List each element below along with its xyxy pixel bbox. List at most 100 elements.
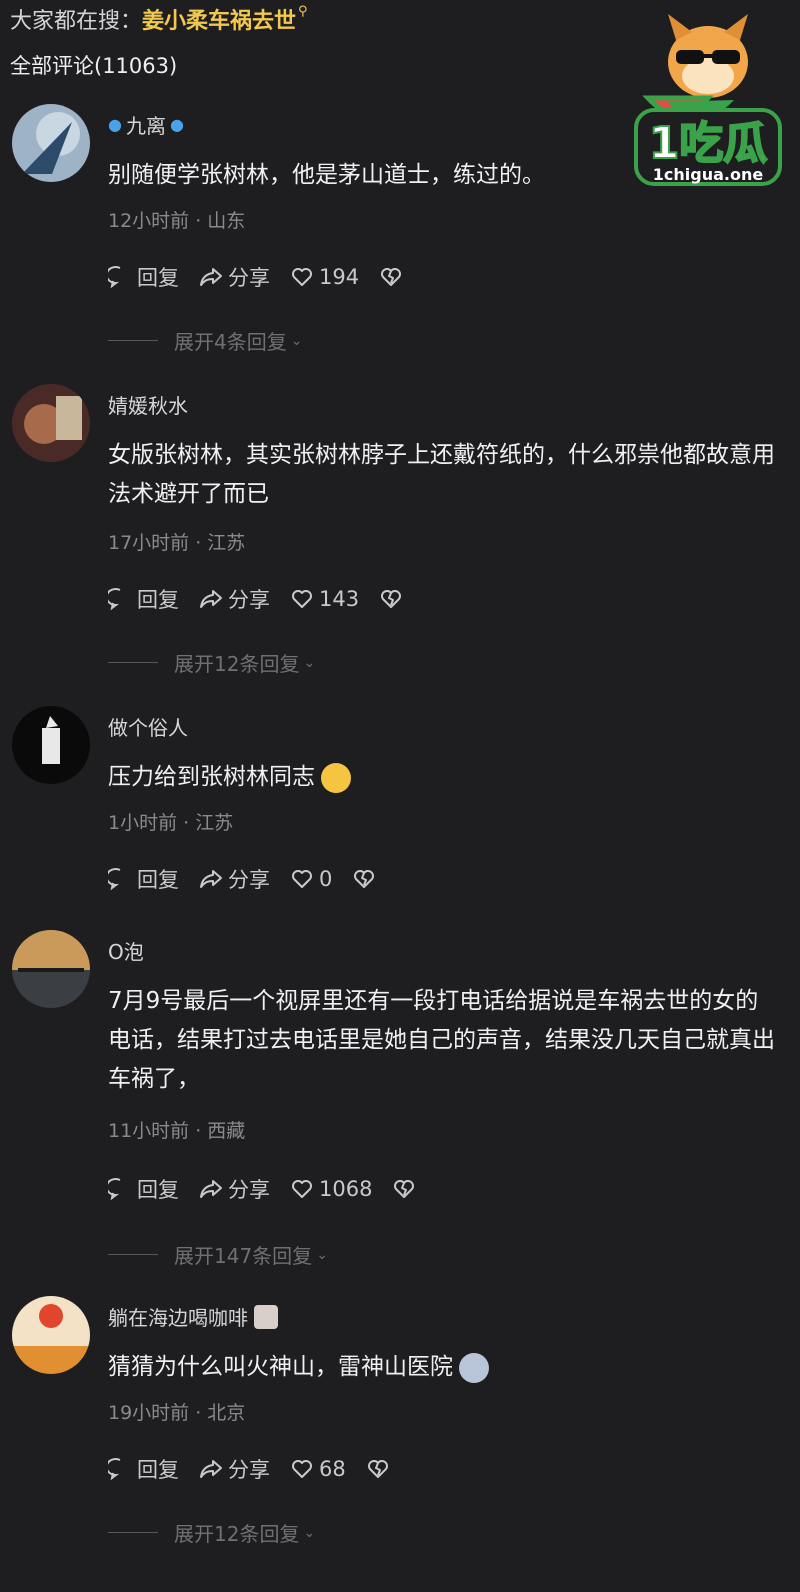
dislike-button[interactable]: [352, 867, 381, 891]
chevron-down-icon: ⌄: [303, 654, 316, 671]
broken-heart-icon: [394, 1180, 415, 1198]
reply-button[interactable]: 回复: [108, 262, 179, 292]
trending-search-label: 大家都在搜：: [10, 9, 143, 34]
like-button[interactable]: 1068: [290, 1177, 372, 1201]
share-button[interactable]: 分享: [199, 584, 270, 614]
reply-label: 回复: [137, 588, 179, 612]
share-button[interactable]: 分享: [199, 864, 270, 894]
share-label: 分享: [228, 868, 270, 892]
trending-search-term[interactable]: 姜小柔车祸去世: [142, 3, 296, 35]
trending-search-bar[interactable]: 大家都在搜： 姜小柔车祸去世 ⚲: [10, 2, 308, 36]
dislike-button[interactable]: [366, 1457, 395, 1481]
avatar[interactable]: [12, 104, 90, 182]
share-icon: [200, 590, 222, 608]
heart-icon: [292, 1180, 312, 1198]
reply-label: 回复: [137, 1178, 179, 1202]
comment-text: 7月9号最后一个视屏里还有一段打电话给据说是车祸去世的女的电话，结果打过去电话里…: [108, 988, 775, 1092]
expand-replies[interactable]: 展开12条回复 ⌄: [108, 648, 315, 677]
reply-button[interactable]: 回复: [108, 1174, 179, 1204]
broken-heart-icon: [354, 870, 375, 888]
divider-line: [108, 340, 158, 341]
share-icon: [200, 870, 222, 888]
sleepy-emoji-icon: [321, 762, 351, 793]
like-button[interactable]: 143: [290, 587, 359, 611]
divider-line: [108, 662, 158, 663]
chevron-down-icon: ⌄: [316, 1246, 328, 1263]
chevron-down-icon: ⌄: [290, 332, 303, 349]
username[interactable]: 做个俗人: [108, 712, 188, 741]
expand-replies-label: 展开147条回复: [174, 1244, 313, 1268]
comment-actions: 回复 分享 1068: [108, 1174, 441, 1204]
share-icon: [200, 1460, 222, 1478]
heart-icon: [292, 870, 312, 888]
share-icon: [200, 268, 222, 286]
comment-text: 女版张树林，其实张树林脖子上还戴符纸的，什么邪祟他都故意用法术避开了而已: [108, 442, 775, 507]
comment-actions: 回复 分享 0: [108, 864, 401, 894]
cake-emoji-icon: [254, 1304, 278, 1329]
chevron-down-icon: ⌄: [303, 1524, 316, 1541]
reply-label: 回复: [137, 1458, 179, 1482]
like-count: 143: [319, 587, 360, 611]
reply-label: 回复: [137, 868, 179, 892]
comment-meta: 1小时前 · 江苏: [108, 812, 234, 834]
comment-actions: 回复 分享 143: [108, 584, 428, 614]
reply-icon: [108, 588, 121, 611]
search-icon[interactable]: ⚲: [298, 4, 308, 19]
dislike-button[interactable]: [379, 587, 408, 611]
comment-meta: 19小时前 · 北京: [108, 1402, 246, 1424]
broken-heart-icon: [381, 590, 402, 608]
reply-icon: [108, 868, 121, 891]
share-label: 分享: [228, 266, 270, 290]
divider-line: [108, 1532, 158, 1533]
broken-heart-icon: [381, 268, 402, 286]
expand-replies[interactable]: 展开147条回复 ⌄: [108, 1240, 328, 1269]
heart-icon: [292, 1460, 312, 1478]
comment-actions: 回复 分享 68: [108, 1454, 415, 1484]
username[interactable]: O泡: [108, 936, 144, 965]
like-button[interactable]: 194: [290, 265, 359, 289]
reply-icon: [108, 1458, 121, 1481]
reply-label: 回复: [137, 266, 179, 290]
share-label: 分享: [228, 588, 270, 612]
username[interactable]: ● 九离 ●: [108, 110, 184, 139]
heart-icon: [292, 590, 312, 608]
like-button[interactable]: 68: [290, 1457, 346, 1481]
comment-text: 别随便学张树林，他是茅山道士，练过的。: [108, 162, 545, 188]
expand-replies-label: 展开12条回复: [174, 1522, 300, 1546]
share-button[interactable]: 分享: [199, 1174, 270, 1204]
comment-meta: 17小时前 · 江苏: [108, 532, 246, 554]
like-count: 194: [319, 265, 360, 289]
avatar[interactable]: [12, 930, 90, 1008]
share-button[interactable]: 分享: [199, 1454, 270, 1484]
avatar[interactable]: [12, 384, 90, 462]
like-button[interactable]: 0: [290, 867, 332, 891]
dislike-button[interactable]: [379, 265, 408, 289]
dislike-button[interactable]: [392, 1177, 421, 1201]
whale-icon: ●: [169, 115, 184, 134]
expand-replies-label: 展开4条回复: [174, 330, 287, 354]
share-button[interactable]: 分享: [199, 262, 270, 292]
comment-count-header: 全部评论(11063): [10, 54, 178, 78]
avatar[interactable]: [12, 706, 90, 784]
like-count: 1068: [319, 1177, 373, 1201]
wolf-emoji-icon: [459, 1352, 489, 1383]
comment-text: 猜猜为什么叫火神山，雷神山医院: [108, 1348, 780, 1387]
reply-button[interactable]: 回复: [108, 864, 179, 894]
username[interactable]: 躺在海边喝咖啡: [108, 1302, 278, 1331]
share-label: 分享: [228, 1178, 270, 1202]
like-count: 0: [319, 867, 333, 891]
comment-text-content: 压力给到张树林同志: [108, 764, 315, 790]
like-count: 68: [319, 1457, 346, 1481]
reply-button[interactable]: 回复: [108, 584, 179, 614]
reply-button[interactable]: 回复: [108, 1454, 179, 1484]
comment-text-content: 猜猜为什么叫火神山，雷神山医院: [108, 1354, 453, 1380]
whale-icon: ●: [108, 115, 122, 134]
expand-replies[interactable]: 展开4条回复 ⌄: [108, 326, 302, 355]
avatar[interactable]: [12, 1296, 90, 1374]
expand-replies[interactable]: 展开12条回复 ⌄: [108, 1518, 315, 1547]
share-icon: [200, 1180, 222, 1198]
comment-text: 压力给到张树林同志: [108, 758, 780, 797]
divider-line: [108, 1254, 158, 1255]
username[interactable]: 婧媛秋水: [108, 390, 188, 419]
comment-meta: 11小时前 · 西藏: [108, 1120, 246, 1142]
